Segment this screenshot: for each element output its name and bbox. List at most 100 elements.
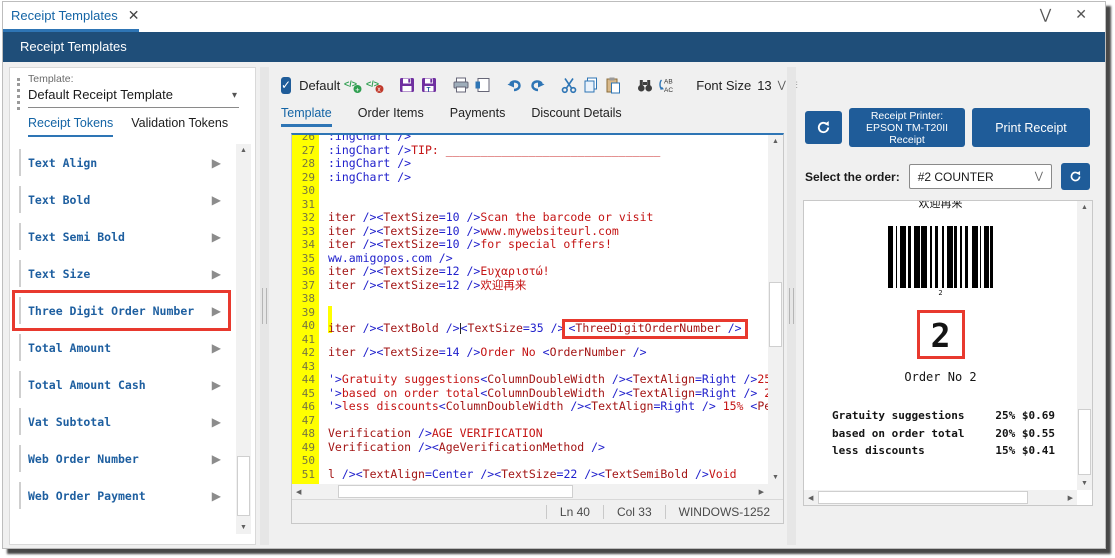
find-icon[interactable]: [636, 74, 654, 96]
preview-vertical-scrollbar[interactable]: ▲ ▼: [1077, 201, 1092, 490]
token-item-total-amount-cash[interactable]: Total Amount Cash▶: [14, 366, 229, 403]
refresh-template-button[interactable]: [805, 111, 842, 144]
order-select[interactable]: #2 COUNTER ⋁: [909, 164, 1052, 189]
select-order-label: Select the order:: [805, 170, 900, 184]
receipt-greeting: 欢迎再来: [804, 201, 1077, 211]
scrollbar-thumb[interactable]: [237, 456, 250, 516]
token-item-text-align[interactable]: Text Align▶: [14, 144, 229, 181]
scrollbar-thumb[interactable]: [818, 491, 1028, 504]
status-line: Ln 40: [546, 505, 603, 519]
printer-button-line2: EPSON TM-T20II: [866, 122, 948, 134]
token-item-three-digit-order-number[interactable]: Three Digit Order Number▶: [14, 292, 229, 329]
token-item-vat-subtotal[interactable]: Vat Subtotal▶: [14, 403, 229, 440]
main-area: Template: Default Receipt Template ▾ Rec…: [3, 62, 1105, 548]
token-expand-icon[interactable]: ▶: [212, 304, 221, 318]
drag-handle-dots[interactable]: [17, 78, 20, 110]
token-expand-icon[interactable]: ▶: [212, 415, 221, 429]
scroll-up-icon[interactable]: ▲: [1077, 204, 1092, 211]
code-area[interactable]: :ingChart />:ingChart />TIP: ___________…: [319, 135, 768, 484]
default-checkbox-label: Default: [299, 78, 340, 93]
scroll-up-icon[interactable]: ▲: [236, 147, 251, 154]
default-checkbox[interactable]: ✓: [281, 77, 291, 94]
editor-status-bar: Ln 40 Col 33 WINDOWS-1252: [292, 499, 783, 523]
scrollbar-thumb[interactable]: [1078, 409, 1091, 475]
scrollbar-thumb[interactable]: [769, 282, 782, 347]
svg-text:+: +: [355, 85, 360, 94]
svg-text:x: x: [378, 87, 382, 94]
token-expand-icon[interactable]: ▶: [212, 193, 221, 207]
scroll-down-icon[interactable]: ▼: [236, 524, 251, 531]
font-size-chevron-icon[interactable]: ⋁: [778, 80, 786, 91]
preview-horizontal-scrollbar[interactable]: ◀ ▶: [804, 490, 1077, 505]
document-tab[interactable]: Receipt Templates ✕: [11, 7, 139, 24]
status-encoding: WINDOWS-1252: [665, 505, 783, 519]
save-icon[interactable]: [398, 74, 416, 96]
token-expand-icon[interactable]: ▶: [212, 341, 221, 355]
scroll-right-icon[interactable]: ▶: [1068, 490, 1073, 505]
token-expand-icon[interactable]: ▶: [212, 378, 221, 392]
barcode-caption: 2: [804, 289, 1077, 297]
status-column: Col 33: [603, 505, 665, 519]
token-expand-icon[interactable]: ▶: [212, 452, 221, 466]
editor-horizontal-scrollbar[interactable]: ◀ ▶: [292, 484, 768, 499]
dropdown-chevron-icon[interactable]: ⋁: [1035, 171, 1043, 182]
dropdown-arrow-icon[interactable]: ▾: [232, 90, 237, 101]
print-receipt-button[interactable]: Print Receipt: [972, 108, 1090, 147]
tab-payments[interactable]: Payments: [450, 106, 506, 127]
paste-icon[interactable]: [604, 74, 622, 96]
token-expand-icon[interactable]: ▶: [212, 230, 221, 244]
gratuity-row: based on order total20% $0.55: [832, 425, 1055, 443]
replace-icon[interactable]: ABAC: [658, 74, 676, 96]
font-size-value[interactable]: 13: [757, 78, 771, 93]
tokens-panel: Template: Default Receipt Template ▾ Rec…: [9, 67, 256, 545]
svg-text:AB: AB: [664, 79, 673, 86]
tab-receipt-tokens[interactable]: Receipt Tokens: [28, 116, 113, 137]
token-item-total-amount[interactable]: Total Amount▶: [14, 329, 229, 366]
token-expand-icon[interactable]: ▶: [212, 156, 221, 170]
token-item-text-semi-bold[interactable]: Text Semi Bold▶: [14, 218, 229, 255]
window-menu-chevron-icon[interactable]: ⋁: [1040, 6, 1051, 23]
copy-icon[interactable]: [582, 74, 600, 96]
order-number-highlight: 2: [917, 310, 965, 359]
cut-icon[interactable]: [560, 74, 578, 96]
tab-validation-tokens[interactable]: Validation Tokens: [131, 116, 228, 137]
scroll-left-icon[interactable]: ◀: [296, 484, 301, 499]
print-icon[interactable]: [452, 74, 470, 96]
save-as-icon[interactable]: T: [420, 74, 438, 96]
refresh-order-button[interactable]: [1061, 163, 1090, 190]
receipt-printer-button[interactable]: Receipt Printer: EPSON TM-T20II Receipt: [849, 108, 965, 147]
tab-order-items[interactable]: Order Items: [358, 106, 424, 127]
token-expand-icon[interactable]: ▶: [212, 267, 221, 281]
print-setup-icon[interactable]: [474, 74, 492, 96]
editor-tab-strip: Template Order Items Payments Discount Deta…: [281, 106, 622, 127]
scrollbar-thumb[interactable]: [338, 485, 573, 498]
token-item-text-size[interactable]: Text Size▶: [14, 255, 229, 292]
tab-template[interactable]: Template: [281, 106, 332, 127]
scroll-right-icon[interactable]: ▶: [759, 484, 764, 499]
scroll-left-icon[interactable]: ◀: [808, 490, 813, 505]
document-tab-label: Receipt Templates: [11, 8, 118, 23]
template-dropdown[interactable]: Default Receipt Template ▾: [28, 85, 239, 108]
undo-icon[interactable]: [506, 74, 524, 96]
token-expand-icon[interactable]: ▶: [212, 489, 221, 503]
scroll-up-icon[interactable]: ▲: [768, 138, 783, 145]
token-item-text-bold[interactable]: Text Bold▶: [14, 181, 229, 218]
token-item-web-order-payment[interactable]: Web Order Payment▶: [14, 477, 229, 514]
add-token-icon[interactable]: </>+: [344, 74, 362, 96]
scroll-down-icon[interactable]: ▼: [768, 474, 783, 481]
remove-token-icon[interactable]: </>x: [366, 74, 384, 96]
document-tab-close-icon[interactable]: ✕: [128, 7, 140, 24]
receipt-content: 欢迎再来 2 2 Order No 2 Gratuity suggestions…: [804, 201, 1077, 490]
left-splitter[interactable]: [260, 67, 269, 545]
window-close-icon[interactable]: ✕: [1075, 6, 1087, 23]
token-item-web-order-number[interactable]: Web Order Number▶: [14, 440, 229, 477]
token-list-scrollbar[interactable]: ▲ ▼: [236, 144, 251, 534]
template-label: Template:: [28, 73, 239, 85]
editor-vertical-scrollbar[interactable]: ▲ ▼: [768, 135, 783, 484]
printer-button-line3: Receipt: [889, 134, 925, 146]
redo-icon[interactable]: [528, 74, 546, 96]
right-splitter[interactable]: [787, 67, 796, 545]
scroll-down-icon[interactable]: ▼: [1077, 480, 1092, 487]
template-editor[interactable]: 2627282930313233343536373839404142434445…: [291, 133, 784, 524]
tab-discount-details[interactable]: Discount Details: [531, 106, 621, 127]
